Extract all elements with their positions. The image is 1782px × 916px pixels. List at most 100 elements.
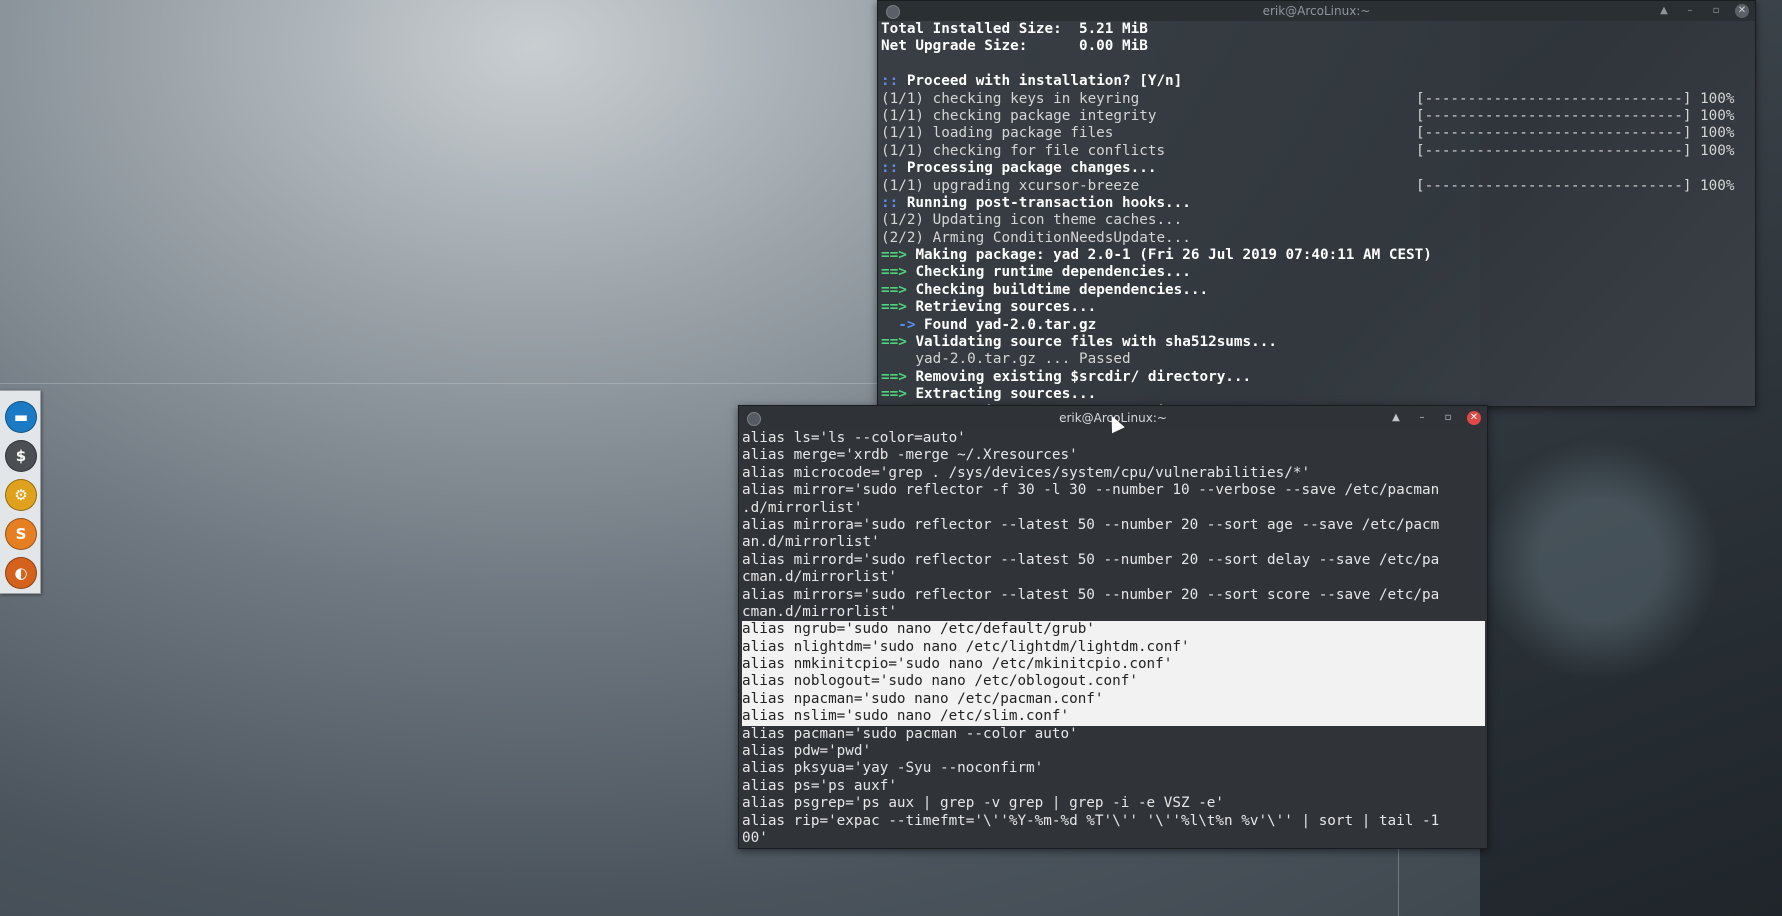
terminal-line: alias mirrors='sudo reflector --latest 5… bbox=[742, 586, 1440, 603]
minimize-icon[interactable]: – bbox=[1683, 3, 1697, 19]
terminal-text: (1/1) loading package files bbox=[881, 125, 1114, 142]
firefox-icon[interactable]: ◐ bbox=[5, 557, 37, 589]
terminal-text: Processing package changes... bbox=[906, 160, 1157, 177]
terminal-line: ==> Making package: yad 2.0-1 (Fri 26 Ju… bbox=[881, 247, 1753, 264]
terminal-text: Extracting sources... bbox=[915, 386, 1097, 403]
terminal-text: (1/1) checking package integrity bbox=[881, 107, 1157, 124]
progress-bar-text: [------------------------------] 100% bbox=[1416, 125, 1735, 142]
terminal-text: ==> bbox=[881, 264, 916, 281]
terminal-line: (1/1) checking keys in keyring [---------… bbox=[881, 91, 1753, 108]
terminal-line-selected: alias ngrub='sudo nano /etc/default/grub… bbox=[742, 621, 1485, 639]
terminal-text: (1/1) upgrading xcursor-breeze bbox=[881, 177, 1140, 194]
terminal-line: alias pdw='pwd' bbox=[742, 743, 872, 760]
terminal-output[interactable]: alias ls='ls --color=auto' alias merge='x… bbox=[742, 430, 1485, 848]
terminal-text: Validating source files with sha512sums.… bbox=[915, 334, 1277, 351]
terminal-text: Net Upgrade Size: 0.00 MiB bbox=[881, 38, 1148, 55]
close-icon[interactable]: ✕ bbox=[1467, 411, 1481, 425]
terminal-text: Removing existing $srcdir/ directory... bbox=[915, 368, 1252, 385]
terminal-text: ==> bbox=[881, 368, 916, 385]
terminal-window-front[interactable]: erik@ArcoLinux:~ ▲ – ▫ ✕ alias ls='ls --… bbox=[738, 405, 1488, 849]
terminal-line: 00' bbox=[742, 829, 768, 846]
terminal-line-selected: alias noblogout='sudo nano /etc/oblogout… bbox=[742, 673, 1485, 691]
terminal-line: alias mirrord='sudo reflector --latest 5… bbox=[742, 551, 1440, 568]
terminal-line: Net Upgrade Size: 0.00 MiB bbox=[881, 38, 1753, 55]
terminal-line: alias ls='ls --color=auto' bbox=[742, 430, 966, 446]
terminal-text: Total Installed Size: 5.21 MiB bbox=[881, 21, 1148, 37]
terminal-text: -> bbox=[881, 316, 925, 333]
terminal-line: cman.d/mirrorlist' bbox=[742, 569, 897, 586]
progress-bar-text: [------------------------------] 100% bbox=[1416, 90, 1735, 107]
terminal-line: (1/1) checking for file conflicts [------… bbox=[881, 143, 1753, 160]
terminal-text: (1/2) Updating icon theme caches... bbox=[881, 212, 1183, 229]
window-title: erik@ArcoLinux:~ bbox=[1262, 4, 1371, 18]
terminal-window-back[interactable]: erik@ArcoLinux:~ ▲ – ▫ ✕ Total Installed… bbox=[877, 0, 1756, 407]
minimize-icon[interactable]: – bbox=[1415, 410, 1429, 426]
terminal-line: alias microcode='grep . /sys/devices/sys… bbox=[742, 464, 1311, 481]
close-icon[interactable]: ✕ bbox=[1735, 4, 1749, 18]
terminal-text: Running post-transaction hooks... bbox=[906, 194, 1191, 211]
terminal-text: (1/1) checking for file conflicts bbox=[881, 142, 1166, 159]
settings-gear-icon[interactable]: ⚙ bbox=[5, 479, 37, 511]
maximize-icon[interactable]: ▫ bbox=[1441, 410, 1455, 426]
terminal-line: .d/mirrorlist' bbox=[742, 499, 863, 516]
file-manager-icon[interactable]: ▬ bbox=[5, 401, 37, 433]
terminal-line: Total Installed Size: 5.21 MiB bbox=[881, 21, 1753, 38]
window-menu-icon[interactable] bbox=[747, 412, 761, 426]
terminal-text: :: bbox=[881, 73, 907, 90]
wallpaper-divider bbox=[0, 383, 880, 384]
terminal-text: ==> bbox=[881, 299, 916, 316]
keep-above-icon[interactable]: ▲ bbox=[1389, 410, 1403, 426]
terminal-line: (1/1) checking package integrity [-------… bbox=[881, 108, 1753, 125]
terminal-line-selected: alias nlightdm='sudo nano /etc/lightdm/l… bbox=[742, 638, 1485, 657]
app-dock: ▬ $ ⚙ S ◐ bbox=[0, 390, 41, 594]
terminal-text: yad-2.0.tar.gz ... Passed bbox=[881, 351, 1131, 368]
terminal-line-selected: alias npacman='sudo nano /etc/pacman.con… bbox=[742, 690, 1485, 709]
terminal-line-selected: alias nslim='sudo nano /etc/slim.conf' bbox=[742, 708, 1485, 726]
progress-bar-text: [------------------------------] 100% bbox=[1416, 107, 1735, 124]
terminal-text: :: bbox=[881, 194, 907, 211]
terminal-line: alias rip='expac --timefmt='\''%Y-%m-%d … bbox=[742, 812, 1440, 829]
terminal-text: ==> bbox=[881, 281, 916, 298]
terminal-text: (2/2) Arming ConditionNeedsUpdate... bbox=[881, 229, 1191, 246]
terminal-text: Checking buildtime dependencies... bbox=[915, 281, 1209, 298]
terminal-line: alias psgrep='ps aux | grep -v grep | gr… bbox=[742, 795, 1225, 812]
terminal-line: alias mirror='sudo reflector -f 30 -l 30… bbox=[742, 482, 1440, 499]
terminal-line: yad-2.0.tar.gz ... Passed bbox=[881, 351, 1753, 368]
keep-above-icon[interactable]: ▲ bbox=[1657, 3, 1671, 19]
terminal-line: ==> Removing existing $srcdir/ directory… bbox=[881, 369, 1753, 386]
progress-bar-text: [------------------------------] 100% bbox=[1416, 177, 1735, 194]
terminal-text: Found yad-2.0.tar.gz bbox=[924, 316, 1097, 333]
terminal-text: Proceed with installation? [Y/n] bbox=[906, 73, 1183, 90]
terminal-line-selected: alias nmkinitcpio='sudo nano /etc/mkinit… bbox=[742, 656, 1485, 674]
terminal-text: (1/1) checking keys in keyring bbox=[881, 90, 1140, 107]
window-menu-icon[interactable] bbox=[886, 5, 900, 19]
terminal-text: ==> bbox=[881, 334, 916, 351]
maximize-icon[interactable]: ▫ bbox=[1709, 3, 1723, 19]
terminal-output[interactable]: Total Installed Size: 5.21 MiB Net Upgrad… bbox=[881, 21, 1753, 406]
sublime-text-icon[interactable]: S bbox=[5, 518, 37, 550]
terminal-line: (2/2) Arming ConditionNeedsUpdate... bbox=[881, 230, 1753, 247]
terminal-line: -> Found yad-2.0.tar.gz bbox=[881, 317, 1753, 334]
terminal-icon[interactable]: $ bbox=[5, 440, 37, 472]
terminal-line: :: Proceed with installation? [Y/n] bbox=[881, 73, 1753, 90]
terminal-text: Retrieving sources... bbox=[915, 299, 1097, 316]
terminal-line: (1/1) upgrading xcursor-breeze [---------… bbox=[881, 178, 1753, 195]
terminal-line: :: Running post-transaction hooks... bbox=[881, 195, 1753, 212]
terminal-text: Making package: yad 2.0-1 (Fri 26 Jul 20… bbox=[915, 247, 1432, 264]
terminal-line: ==> Retrieving sources... bbox=[881, 299, 1753, 316]
terminal-line: alias ps='ps auxf' bbox=[742, 777, 897, 794]
terminal-line: alias pacman='sudo pacman --color auto' bbox=[742, 725, 1078, 742]
terminal-line: (1/1) loading package files [------------… bbox=[881, 125, 1753, 142]
terminal-text: ==> bbox=[881, 386, 916, 403]
terminal-line: ==> Extracting sources... bbox=[881, 386, 1753, 403]
terminal-line: an.d/mirrorlist' bbox=[742, 534, 880, 551]
terminal-text: :: bbox=[881, 160, 907, 177]
terminal-line: alias mirrora='sudo reflector --latest 5… bbox=[742, 516, 1440, 533]
title-bar[interactable]: erik@ArcoLinux:~ ▲ – ▫ ✕ bbox=[878, 1, 1755, 21]
terminal-line: (1/2) Updating icon theme caches... bbox=[881, 212, 1753, 229]
terminal-line: ==> Checking buildtime dependencies... bbox=[881, 282, 1753, 299]
terminal-line: :: Processing package changes... bbox=[881, 160, 1753, 177]
terminal-line: ==> Checking runtime dependencies... bbox=[881, 264, 1753, 281]
terminal-text: Checking runtime dependencies... bbox=[915, 264, 1191, 281]
terminal-text: ==> bbox=[881, 247, 916, 264]
